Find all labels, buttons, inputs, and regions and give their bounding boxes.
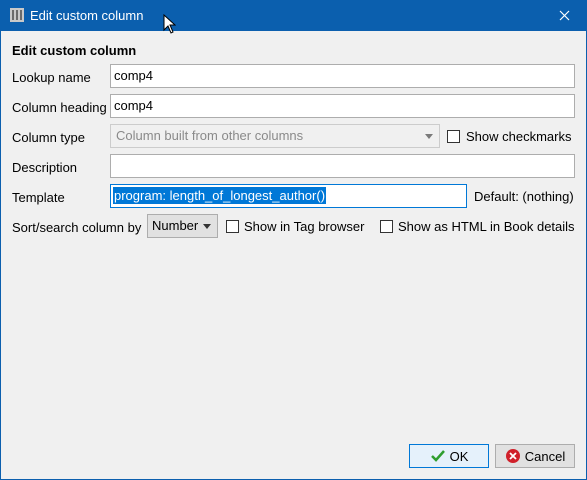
template-default-text: Default: (nothing): [474, 189, 574, 204]
column-type-label: Column type: [12, 130, 85, 145]
sort-search-label: Sort/search column by: [12, 220, 142, 235]
close-button[interactable]: [541, 0, 587, 31]
cancel-button[interactable]: Cancel: [495, 444, 575, 468]
ok-button[interactable]: OK: [409, 444, 489, 468]
show-checkmarks-checkbox[interactable]: [447, 130, 460, 143]
calibre-icon: [10, 8, 24, 22]
lookup-name-input[interactable]: comp4: [110, 64, 575, 88]
template-selected-text: program: length_of_longest_author(): [113, 187, 327, 204]
cancel-label: Cancel: [524, 448, 566, 464]
sort-type-select[interactable]: Number: [147, 214, 218, 238]
close-icon: [559, 10, 569, 21]
chevron-down-icon: [203, 224, 211, 229]
column-heading-label: Column heading: [12, 100, 107, 115]
cancel-icon: [505, 449, 520, 463]
description-label: Description: [12, 160, 78, 175]
column-type-select: Column built from other columns: [110, 124, 440, 148]
description-input[interactable]: [110, 154, 575, 178]
window-title: Edit custom column: [30, 8, 144, 23]
column-type-value: Column built from other columns: [116, 128, 304, 143]
checkmark-icon: [430, 450, 445, 462]
show-in-tag-browser-checkbox[interactable]: [226, 220, 239, 233]
chevron-down-icon: [425, 134, 433, 139]
show-checkmarks-label: Show checkmarks: [466, 129, 572, 144]
column-heading-input[interactable]: comp4: [110, 94, 575, 118]
ok-label: OK: [449, 448, 469, 464]
sort-type-value: Number: [152, 218, 199, 233]
show-as-html-label: Show as HTML in Book details: [398, 219, 575, 234]
title-bar: Edit custom column: [0, 0, 587, 34]
template-input[interactable]: program: length_of_longest_author(): [110, 184, 467, 208]
show-as-html-checkbox[interactable]: [380, 220, 393, 233]
lookup-name-label: Lookup name: [12, 70, 91, 85]
template-label: Template: [12, 190, 65, 205]
form-heading: Edit custom column: [12, 43, 137, 58]
show-in-tag-browser-label: Show in Tag browser: [244, 219, 365, 234]
